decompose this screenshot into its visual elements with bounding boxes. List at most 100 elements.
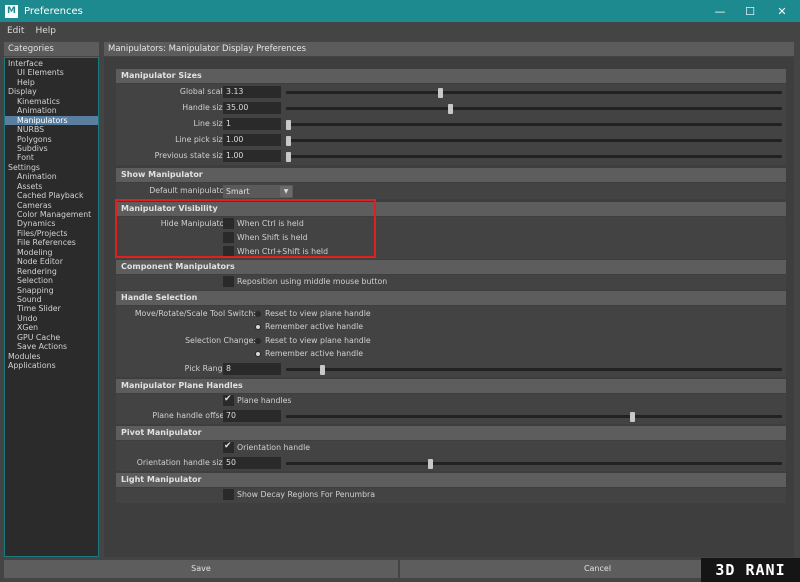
maximize-icon[interactable]: ☐ [735, 0, 765, 22]
category-settings[interactable]: Settings [5, 163, 98, 172]
previous-state-size-field[interactable]: 1.00 [223, 150, 281, 162]
menu-help[interactable]: Help [35, 26, 56, 36]
selection-change-remember-label: Remember active handle [265, 349, 364, 358]
category-gpu-cache[interactable]: GPU Cache [5, 333, 98, 342]
line-pick-size-label: Line pick size: [175, 135, 230, 144]
minimize-icon[interactable]: — [705, 0, 735, 22]
category-animation[interactable]: Animation [5, 172, 98, 181]
selection-change-reset-radio[interactable] [255, 338, 261, 344]
slider-handle[interactable] [286, 136, 291, 146]
manipulator-visibility-body: Hide Manipulator: When Ctrl is held When… [116, 217, 786, 259]
category-rendering[interactable]: Rendering [5, 267, 98, 276]
category-polygons[interactable]: Polygons [5, 135, 98, 144]
when-ctrl-shift-checkbox[interactable] [223, 246, 234, 257]
category-dynamics[interactable]: Dynamics [5, 219, 98, 228]
plane-handles-checkbox[interactable] [223, 394, 234, 406]
reposition-checkbox[interactable] [223, 276, 234, 287]
when-ctrl-label: When Ctrl is held [237, 219, 304, 228]
category-modules[interactable]: Modules [5, 352, 98, 361]
preferences-panel: Manipulator Sizes Global scale: 3.13 Han… [104, 57, 794, 557]
category-manipulators[interactable]: Manipulators [5, 115, 98, 126]
line-size-slider[interactable] [286, 120, 782, 130]
orientation-size-field[interactable]: 50 [223, 457, 281, 469]
line-pick-size-field[interactable]: 1.00 [223, 134, 281, 146]
category-file-references[interactable]: File References [5, 238, 98, 247]
component-manipulators-body: Reposition using middle mouse button [116, 275, 786, 290]
handle-size-slider[interactable] [286, 104, 782, 114]
category-cameras[interactable]: Cameras [5, 201, 98, 210]
category-time-slider[interactable]: Time Slider [5, 304, 98, 313]
section-light-manipulator[interactable]: Light Manipulator [116, 473, 786, 487]
pick-range-slider[interactable] [286, 365, 782, 375]
section-manipulator-sizes[interactable]: Manipulator Sizes [116, 69, 786, 83]
section-manipulator-visibility[interactable]: Manipulator Visibility [116, 202, 786, 216]
category-display[interactable]: Display [5, 87, 98, 96]
category-snapping[interactable]: Snapping [5, 286, 98, 295]
category-nurbs[interactable]: NURBS [5, 125, 98, 134]
when-shift-checkbox[interactable] [223, 232, 234, 243]
tool-switch-reset-radio[interactable] [255, 311, 261, 317]
category-interface[interactable]: Interface [5, 59, 98, 68]
tool-switch-remember-radio[interactable] [255, 324, 261, 330]
category-ui-elements[interactable]: UI Elements [5, 68, 98, 77]
slider-handle[interactable] [286, 120, 291, 130]
reposition-row: Reposition using middle mouse button [116, 275, 786, 289]
section-handle-selection[interactable]: Handle Selection [116, 291, 786, 305]
plane-offset-slider[interactable] [286, 412, 782, 422]
plane-offset-field[interactable]: 70 [223, 410, 281, 422]
menu-edit[interactable]: Edit [7, 26, 24, 36]
save-button[interactable]: Save [4, 560, 398, 578]
orientation-handle-checkbox[interactable] [223, 441, 234, 453]
slider-handle[interactable] [428, 459, 433, 469]
default-manipulator-dropdown[interactable]: Smart ▼ [223, 185, 293, 198]
category-selection[interactable]: Selection [5, 276, 98, 285]
slider-handle[interactable] [286, 152, 291, 162]
category-undo[interactable]: Undo [5, 314, 98, 323]
slider-handle[interactable] [630, 412, 635, 422]
category-help[interactable]: Help [5, 78, 98, 87]
section-component-manipulators[interactable]: Component Manipulators [116, 260, 786, 274]
category-color-management[interactable]: Color Management [5, 210, 98, 219]
category-kinematics[interactable]: Kinematics [5, 97, 98, 106]
category-files-projects[interactable]: Files/Projects [5, 229, 98, 238]
slider-handle[interactable] [448, 104, 453, 114]
slider-handle[interactable] [438, 88, 443, 98]
orientation-handle-row: Orientation handle [116, 441, 786, 455]
section-pivot-manipulator[interactable]: Pivot Manipulator [116, 426, 786, 440]
tool-switch-reset-label: Reset to view plane handle [265, 309, 371, 318]
handle-size-field[interactable]: 35.00 [223, 102, 281, 114]
selection-change-label: Selection Change: [185, 336, 256, 345]
global-scale-slider[interactable] [286, 88, 782, 98]
tool-switch-row-2: Remember active handle [116, 320, 786, 334]
line-pick-size-slider[interactable] [286, 136, 782, 146]
category-cached-playback[interactable]: Cached Playback [5, 191, 98, 200]
when-ctrl-checkbox[interactable] [223, 218, 234, 229]
category-assets[interactable]: Assets [5, 182, 98, 191]
line-size-field[interactable]: 1 [223, 118, 281, 130]
chevron-down-icon[interactable]: ▼ [280, 186, 292, 197]
decay-regions-checkbox[interactable] [223, 489, 234, 500]
category-subdivs[interactable]: Subdivs [5, 144, 98, 153]
category-node-editor[interactable]: Node Editor [5, 257, 98, 266]
orientation-size-slider[interactable] [286, 459, 782, 469]
category-animation[interactable]: Animation [5, 106, 98, 115]
slider-handle[interactable] [320, 365, 325, 375]
tool-switch-remember-label: Remember active handle [265, 322, 364, 331]
category-applications[interactable]: Applications [5, 361, 98, 370]
handle-size-row: Handle size: 35.00 [116, 101, 786, 115]
category-modeling[interactable]: Modeling [5, 248, 98, 257]
global-scale-field[interactable]: 3.13 [223, 86, 281, 98]
close-icon[interactable]: ✕ [767, 0, 797, 22]
section-plane-handles[interactable]: Manipulator Plane Handles [116, 379, 786, 393]
pick-range-field[interactable]: 8 [223, 363, 281, 375]
previous-state-size-slider[interactable] [286, 152, 782, 162]
section-show-manipulator[interactable]: Show Manipulator [116, 168, 786, 182]
previous-state-size-row: Previous state size: 1.00 [116, 149, 786, 163]
category-font[interactable]: Font [5, 153, 98, 162]
tool-switch-row-1: Move/Rotate/Scale Tool Switch: Reset to … [116, 307, 786, 321]
category-sound[interactable]: Sound [5, 295, 98, 304]
category-save-actions[interactable]: Save Actions [5, 342, 98, 351]
selection-change-remember-radio[interactable] [255, 351, 261, 357]
pivot-manipulator-body: Orientation handle Orientation handle si… [116, 441, 786, 471]
category-xgen[interactable]: XGen [5, 323, 98, 332]
